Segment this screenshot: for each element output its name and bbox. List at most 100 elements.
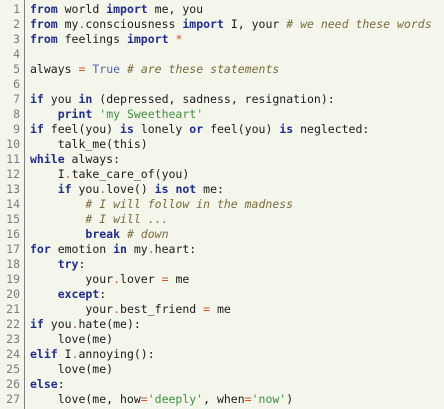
text-token: you [43,317,72,331]
code-line[interactable]: love(me, how='deeply', when='now') [30,392,444,407]
code-line[interactable]: from world import me, you [30,2,444,17]
comment-token: # are these statements [126,62,280,76]
keyword-token: if [57,182,72,196]
code-line[interactable]: else: [30,377,444,392]
keyword-token: from [30,32,58,46]
keyword-token: is not [154,182,197,196]
code-line[interactable]: your.best_friend = me [30,302,444,317]
comment-token: # we need these words [286,17,432,31]
text-token: best_friend [120,302,204,316]
line-number: 8 [13,107,20,121]
code-line[interactable]: # I will ... [30,212,444,227]
text-token: love(me) [30,362,114,376]
text-token: hate(me): [78,317,141,331]
text-token: your [30,302,114,316]
text-token: feel(you) [203,122,280,136]
keyword-token: while [30,152,65,166]
operator-token: = [244,392,252,406]
text-token: you [43,92,79,106]
text-token: annoying(): [78,347,155,361]
text-token: my [57,17,79,31]
code-line[interactable]: if feel(you) is lonely or feel(you) is n… [30,122,444,137]
code-line[interactable]: love(me) [30,332,444,347]
keyword-token: is [120,122,134,136]
code-line[interactable]: elif I.annoying(): [30,347,444,362]
text-token: your [30,272,114,286]
keyword-token: if [30,122,44,136]
code-line[interactable]: talk_me(this) [30,137,444,152]
text-token: always: [64,152,121,166]
line-number: 15 [6,212,20,226]
line-number: 26 [6,377,20,391]
text-token: feel(you) [43,122,121,136]
line-number: 25 [6,362,20,376]
code-line[interactable] [30,77,444,92]
code-line[interactable]: try: [30,257,444,272]
keyword-token: break [85,227,121,241]
operator-token: . [64,167,72,181]
text-token: lover [120,272,162,286]
line-number: 21 [6,302,20,316]
keyword-token: import [106,2,148,16]
operator-token: . [71,317,79,331]
keyword-token: for [30,242,51,256]
code-line[interactable]: love(me) [30,362,444,377]
keyword-token: if [30,317,44,331]
line-number: 1 [13,2,20,16]
text-token: I [57,347,72,361]
line-number: 24 [6,347,20,361]
line-number: 10 [6,137,20,151]
text-token: you [71,182,100,196]
text-token: me, you [147,2,204,16]
code-editor[interactable]: 1 2 3 4 5 6 7 8 9 10 11 12 13 14 15 16 17 18 19 20 21 22 23 24 2… [0,0,444,409]
text-token: : [57,377,65,391]
code-line[interactable]: your.lover = me [30,272,444,287]
keyword-token: if [30,92,44,106]
keyword-token: or [189,122,204,136]
line-number: 3 [13,32,20,46]
code-line[interactable]: for emotion in my.heart: [30,242,444,257]
keyword-token: import [182,17,224,31]
code-line[interactable]: while always: [30,152,444,167]
keyword-token: try [57,257,79,271]
code-line[interactable]: always = True # are these statements [30,62,444,77]
code-line[interactable]: except: [30,287,444,302]
operator-token: * [175,32,183,46]
keyword-token: in [78,92,93,106]
code-line[interactable]: print 'my Sweetheart' [30,107,444,122]
code-line[interactable]: from feelings import * [30,32,444,47]
keyword-token: from [30,17,58,31]
text-token: : [99,287,107,301]
text-token: love(me) [30,332,114,346]
code-line[interactable]: if you.hate(me): [30,317,444,332]
line-number: 7 [13,92,20,106]
keyword-token: elif [30,347,58,361]
code-line[interactable]: I.take_care_of(you) [30,167,444,182]
line-number: 27 [6,392,20,406]
text-token: I, your [223,17,287,31]
code-line[interactable]: if you.love() is not me: [30,182,444,197]
text-token: world [57,2,107,16]
code-line[interactable]: if you in (depressed, sadness, resignati… [30,92,444,107]
text-token: I [30,167,65,181]
line-number: 19 [6,272,20,286]
code-line[interactable]: # I will follow in the madness [30,197,444,212]
keyword-token: else [30,377,58,391]
line-number: 20 [6,287,20,301]
line-number: 12 [6,167,20,181]
code-line[interactable]: break # down [30,227,444,242]
code-line[interactable] [30,47,444,62]
text-token: feelings [57,32,127,46]
code-line[interactable]: from my.consciousness import I, your # w… [30,17,444,32]
line-number: 16 [6,227,20,241]
string-token: 'now' [251,392,287,406]
code-area[interactable]: from world import me, you from my.conscio… [25,0,444,409]
text-token: : [78,257,86,271]
